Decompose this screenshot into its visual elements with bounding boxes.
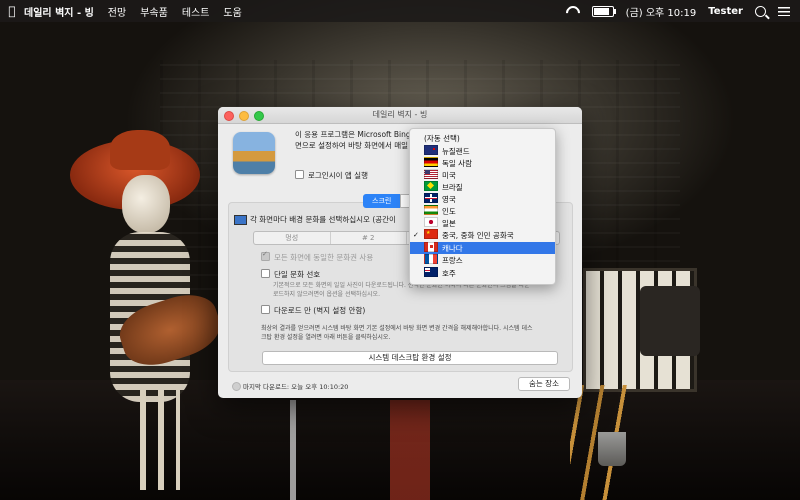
dropdown-item-label: 인도 (442, 207, 456, 216)
monitor-culture-label: 각 화면마다 배경 문화를 선택하십시오 (공간이 (250, 215, 396, 224)
dropdown-item-label: 영국 (442, 195, 456, 204)
japan-flag-icon (424, 217, 438, 227)
hide-button[interactable]: 숨는 장소 (518, 377, 570, 391)
dropdown-item-label: 중국, 중화 인민 공화국 (442, 231, 514, 240)
apple-menu-icon[interactable]:  (0, 4, 24, 18)
france-flag-icon (424, 254, 438, 264)
wallpaper-camera-lens (640, 286, 700, 356)
download-only-label: 다운로드 만 (벽지 설정 안함) (274, 306, 366, 315)
menu-bar:  데일리 벽지 - 빙 전망 부속품 테스트 도움 (금) 오후 10:19 … (0, 0, 800, 22)
wallpaper-skull (122, 175, 170, 233)
dropdown-item-australia[interactable]: 호주 (410, 267, 555, 279)
monitor-tab-main[interactable]: 멍성 (254, 232, 331, 244)
menu-item-view[interactable]: 전망 (108, 4, 126, 19)
dropdown-item-label: 일본 (442, 219, 456, 228)
single-culture-desc-line-2: 로드하지 않으려면이 옵션을 선택하십시오. (273, 290, 380, 298)
title-bar[interactable]: 데일리 벽지 - 빙 (218, 107, 582, 124)
dropdown-item-label: 미국 (442, 171, 456, 180)
china-flag-icon (424, 227, 438, 239)
dropdown-item-label: 호주 (442, 269, 456, 278)
culture-dropdown-menu: (자동 선택) 뉴질랜드 독일 사람 미국 브라질 영국 인도 일본 ✓ 중국, … (409, 128, 556, 285)
status-indicator (232, 382, 241, 391)
dropdown-item-label: (자동 선택) (424, 134, 460, 143)
login-launch-checkbox[interactable] (295, 170, 304, 179)
dropdown-item-label: 뉴질랜드 (442, 147, 470, 156)
dropdown-item-auto[interactable]: (자동 선택) (410, 133, 555, 145)
dropdown-item-label: 캐나다 (442, 244, 463, 253)
dropdown-item-label: 프랑스 (442, 256, 463, 265)
dropdown-item-india[interactable]: 인도 (410, 205, 555, 217)
desktop-settings-info-line-1: 최상의 결과를 얻으려면 시스템 바탕 화면 기본 설정에서 바탕 화면 변경 … (261, 325, 533, 332)
same-culture-label: 모든 화면에 동일한 문화권 사용 (274, 253, 374, 262)
australia-flag-icon (424, 267, 438, 277)
canada-flag-icon (424, 242, 438, 252)
monitor-icon (234, 215, 247, 225)
dropdown-item-new-zealand[interactable]: 뉴질랜드 (410, 145, 555, 157)
menu-clock[interactable]: (금) 오후 10:19 (626, 4, 697, 19)
tab-screen[interactable]: 스크린 (363, 194, 401, 208)
checkmark-icon: ✓ (413, 231, 419, 239)
wifi-icon[interactable] (566, 6, 580, 16)
menu-item-accessories[interactable]: 부속품 (140, 4, 168, 19)
login-launch-option[interactable]: 로그인시이 앱 실행 (295, 170, 368, 181)
dropdown-item-japan[interactable]: 일본 (410, 217, 555, 229)
single-culture-checkbox[interactable] (261, 269, 270, 278)
same-culture-checkbox[interactable] (261, 250, 270, 261)
dropdown-item-label: 독일 사람 (442, 159, 472, 168)
dropdown-item-china[interactable]: ✓ 중국, 중화 인민 공화국 (410, 227, 555, 241)
dropdown-item-france[interactable]: 프랑스 (410, 254, 555, 266)
wallpaper-skeleton-legs (140, 390, 180, 490)
download-only-option[interactable]: 다운로드 만 (벽지 설정 안함) (261, 305, 365, 316)
usa-flag-icon (424, 169, 438, 179)
dropdown-item-canada[interactable]: 캐나다 (410, 242, 555, 254)
dropdown-item-germany[interactable]: 독일 사람 (410, 157, 555, 169)
dropdown-item-brazil[interactable]: 브라질 (410, 181, 555, 193)
desktop-settings-info-line-2: 크탑 환경 설정을 열려면 아래 버튼을 클릭하십시오. (261, 333, 391, 341)
menu-app-name[interactable]: 데일리 벽지 - 빙 (24, 4, 94, 19)
notification-center-icon[interactable] (778, 6, 790, 16)
dropdown-item-uk[interactable]: 영국 (410, 193, 555, 205)
battery-icon[interactable] (591, 5, 616, 17)
same-culture-option[interactable]: 모든 화면에 동일한 문화권 사용 (261, 250, 374, 263)
menu-item-help[interactable]: 도움 (223, 4, 241, 19)
wallpaper-bucket (598, 432, 626, 466)
dropdown-item-label: 브라질 (442, 183, 463, 192)
window-title: 데일리 벽지 - 빙 (372, 110, 428, 119)
spotlight-search-icon[interactable] (755, 5, 766, 17)
system-desktop-settings-button[interactable]: 시스템 데스크탑 환경 설정 (262, 351, 558, 365)
monitor-tab-2[interactable]: # 2 (331, 232, 407, 244)
germany-flag-icon (424, 157, 438, 167)
download-only-checkbox[interactable] (261, 305, 270, 314)
dropdown-item-usa[interactable]: 미국 (410, 169, 555, 181)
desktop-settings-info: 최상의 결과를 얻으려면 시스템 바탕 화면 기본 설정에서 바탕 화면 변경 … (261, 325, 561, 342)
last-download-status: 마지막 다운로드: 오늘 오후 10:10:20 (243, 383, 349, 391)
login-launch-label: 로그인시이 앱 실행 (308, 171, 368, 180)
uk-flag-icon (424, 193, 438, 203)
india-flag-icon (424, 205, 438, 215)
app-icon (233, 132, 275, 174)
wallpaper-sombrero-crown (110, 130, 170, 170)
new-zealand-flag-icon (424, 145, 438, 155)
menu-user[interactable]: Tester (708, 6, 743, 17)
brazil-flag-icon (424, 181, 438, 191)
menu-item-test[interactable]: 테스트 (182, 4, 210, 19)
single-culture-label: 단일 문화 선호 (274, 270, 321, 279)
wallpaper-figure (290, 400, 430, 500)
single-culture-option[interactable]: 단일 문화 선호 (261, 269, 320, 280)
